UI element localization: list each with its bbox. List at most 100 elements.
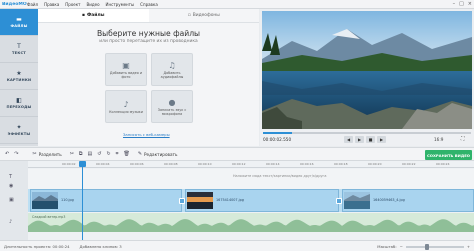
time-ruler[interactable]: 00:00:02 00:00:04 00:00:06 00:00:08 00:0…	[28, 161, 474, 168]
menu-help[interactable]: Справка	[140, 2, 158, 7]
sidebar-item-files[interactable]: ▬ ФАЙЛЫ	[0, 9, 38, 36]
zoom-slider-handle[interactable]	[424, 243, 429, 250]
tile-label: Записать звук с микрофона	[157, 107, 187, 116]
overlay-track[interactable]: Наложите сюда текст/картинки/видео друг/…	[28, 169, 474, 189]
redo-icon[interactable]: ↷	[14, 151, 18, 157]
edit-icon[interactable]: ✎	[138, 151, 142, 157]
window-controls: – □ ×	[453, 1, 472, 8]
left-sidebar: ▬ ФАЙЛЫ T ТЕКСТ ★ КАРТИНКИ ◧ ПЕРЕХОДЫ ✦ …	[0, 9, 38, 146]
video-clip[interactable]: 110.jpg	[30, 189, 182, 212]
zoom-in-icon[interactable]: +	[467, 244, 470, 249]
copy-icon[interactable]: ⧉	[79, 151, 83, 157]
rotate-left-icon[interactable]: ↺	[97, 151, 101, 157]
sidebar-item-text[interactable]: T ТЕКСТ	[0, 36, 38, 63]
video-clip[interactable]: 1675414007.jpg	[185, 189, 339, 212]
sidebar-item-label: ТЕКСТ	[12, 51, 26, 55]
visibility-icon[interactable]: ◉	[9, 183, 13, 189]
zoom-slider[interactable]	[405, 243, 464, 250]
delete-icon[interactable]: 🗑	[123, 151, 129, 157]
clip-thumbnail	[32, 192, 58, 209]
sidebar-item-label: ФАЙЛЫ	[10, 24, 28, 28]
sidebar-item-label: КАРТИНКИ	[6, 78, 32, 82]
sidebar-item-label: ПЕРЕХОДЫ	[6, 105, 32, 109]
sidebar-item-pictures[interactable]: ★ КАРТИНКИ	[0, 63, 38, 90]
video-preview	[262, 11, 472, 129]
status-bar: Длительность проекта: 00:00:24 Добавлено…	[0, 240, 474, 251]
zoom-out-icon[interactable]: −	[400, 244, 403, 249]
time-tick: 00:00:18	[334, 162, 348, 166]
folder-icon: ▪	[81, 13, 85, 18]
previous-frame-button[interactable]: ◀	[344, 136, 353, 143]
microphone-icon: ●	[168, 97, 176, 107]
time-tick: 00:00:24	[436, 162, 450, 166]
add-media-button[interactable]: ▣ Добавить видео и фото	[105, 53, 147, 86]
current-time: 00:00:02.550	[263, 137, 292, 142]
paste-icon[interactable]: ▤	[88, 151, 93, 157]
clip-thumbnail	[187, 192, 213, 209]
seek-progress	[263, 132, 293, 134]
time-tick: 00:00:20	[368, 162, 382, 166]
tab-video-backgrounds[interactable]: ▫ Видеофоны	[149, 9, 260, 22]
player-controls: 00:00:02.550 ◀ ▶ ■ ▶ 16:9 ⛶	[260, 130, 474, 146]
play-button[interactable]: ▶	[355, 136, 364, 143]
tile-label: Добавить видео и фото	[109, 70, 143, 79]
zoom-control: Масштаб: − +	[377, 243, 470, 250]
files-panel: ▪ Файлы ▫ Видеофоны Выберите нужные файл…	[38, 9, 259, 146]
seek-bar[interactable]	[263, 132, 471, 134]
audio-track[interactable]: Сладкий ветер.mp3	[28, 213, 474, 232]
app-logo: ВидеоМОНТАЖ	[2, 1, 27, 7]
time-tick: 00:00:22	[402, 162, 416, 166]
playhead[interactable]	[82, 161, 83, 240]
star-icon: ★	[16, 70, 22, 77]
minimize-icon[interactable]: –	[453, 1, 456, 8]
add-audio-button[interactable]: ♫ Добавить аудиофайлы	[151, 53, 193, 86]
transitions-icon: ◧	[16, 97, 22, 104]
project-duration: Длительность проекта: 00:00:24	[4, 243, 70, 249]
tab-files[interactable]: ▪ Файлы	[38, 9, 149, 22]
fullscreen-icon[interactable]: ⛶	[461, 136, 465, 142]
clips-count: Добавлено клипов: 3	[79, 243, 122, 249]
audio-waveform	[28, 219, 474, 232]
next-frame-button[interactable]: ▶	[377, 136, 386, 143]
rotate-right-icon[interactable]: ↻	[106, 151, 110, 157]
magic-wand-icon: ✦	[16, 124, 22, 131]
crop-icon[interactable]: ⌗	[116, 151, 119, 157]
menu-tools[interactable]: Инструменты	[106, 2, 135, 7]
maximize-icon[interactable]: □	[459, 1, 464, 8]
undo-icon[interactable]: ↶	[5, 151, 9, 157]
video-clip[interactable]: 1640059463_4.jpg	[342, 189, 474, 212]
menu-project[interactable]: Проект	[65, 2, 80, 7]
stop-icon: ■	[368, 137, 373, 142]
sidebar-item-transitions[interactable]: ◧ ПЕРЕХОДЫ	[0, 90, 38, 117]
split-button[interactable]: Разделить	[39, 152, 62, 157]
track-icons-column: T ◉ ▣ ♪	[0, 161, 28, 240]
files-title: Выберите нужные файлы	[96, 29, 201, 38]
close-icon[interactable]: ×	[468, 1, 472, 8]
sidebar-item-effects[interactable]: ✦ ЭФФЕКТЫ	[0, 117, 38, 144]
aspect-ratio-select[interactable]: 16:9	[434, 137, 443, 142]
overlay-hint: Наложите сюда текст/картинки/видео друг/…	[233, 174, 327, 178]
time-tick: 00:00:04	[96, 162, 110, 166]
film-icon: ▫	[187, 13, 191, 18]
record-webcam-link[interactable]: Записать с веб-камеры	[123, 132, 170, 137]
record-microphone-button[interactable]: ● Записать звук с микрофона	[151, 90, 193, 123]
add-audio-icon: ♫	[168, 60, 176, 70]
menu-video[interactable]: Видео	[87, 2, 100, 7]
edit-button[interactable]: Редактировать	[144, 152, 177, 157]
sidebar-item-label: ЭФФЕКТЫ	[7, 132, 31, 136]
menu-file[interactable]: Файл	[27, 2, 38, 7]
music-track-icon: ♪	[9, 219, 13, 225]
save-video-button[interactable]: СОХРАНИТЬ ВИДЕО	[425, 150, 472, 160]
cut-icon[interactable]: ✂	[70, 151, 74, 157]
clip-thumbnail	[344, 192, 370, 209]
files-tabs: ▪ Файлы ▫ Видеофоны	[38, 9, 259, 23]
stop-button[interactable]: ■	[366, 136, 375, 143]
time-tick: 00:00:16	[300, 162, 314, 166]
add-media-icon: ▣	[122, 60, 130, 70]
tile-label: Коллекция музыки	[109, 109, 143, 114]
music-collection-button[interactable]: ♪ Коллекция музыки	[105, 90, 147, 123]
menu-bar: ВидеоМОНТАЖ Файл Правка Проект Видео Инс…	[0, 0, 474, 9]
menu-edit[interactable]: Правка	[44, 2, 59, 7]
clip-name: 1640059463_4.jpg	[373, 198, 405, 202]
split-icon[interactable]: ✂	[32, 151, 36, 157]
